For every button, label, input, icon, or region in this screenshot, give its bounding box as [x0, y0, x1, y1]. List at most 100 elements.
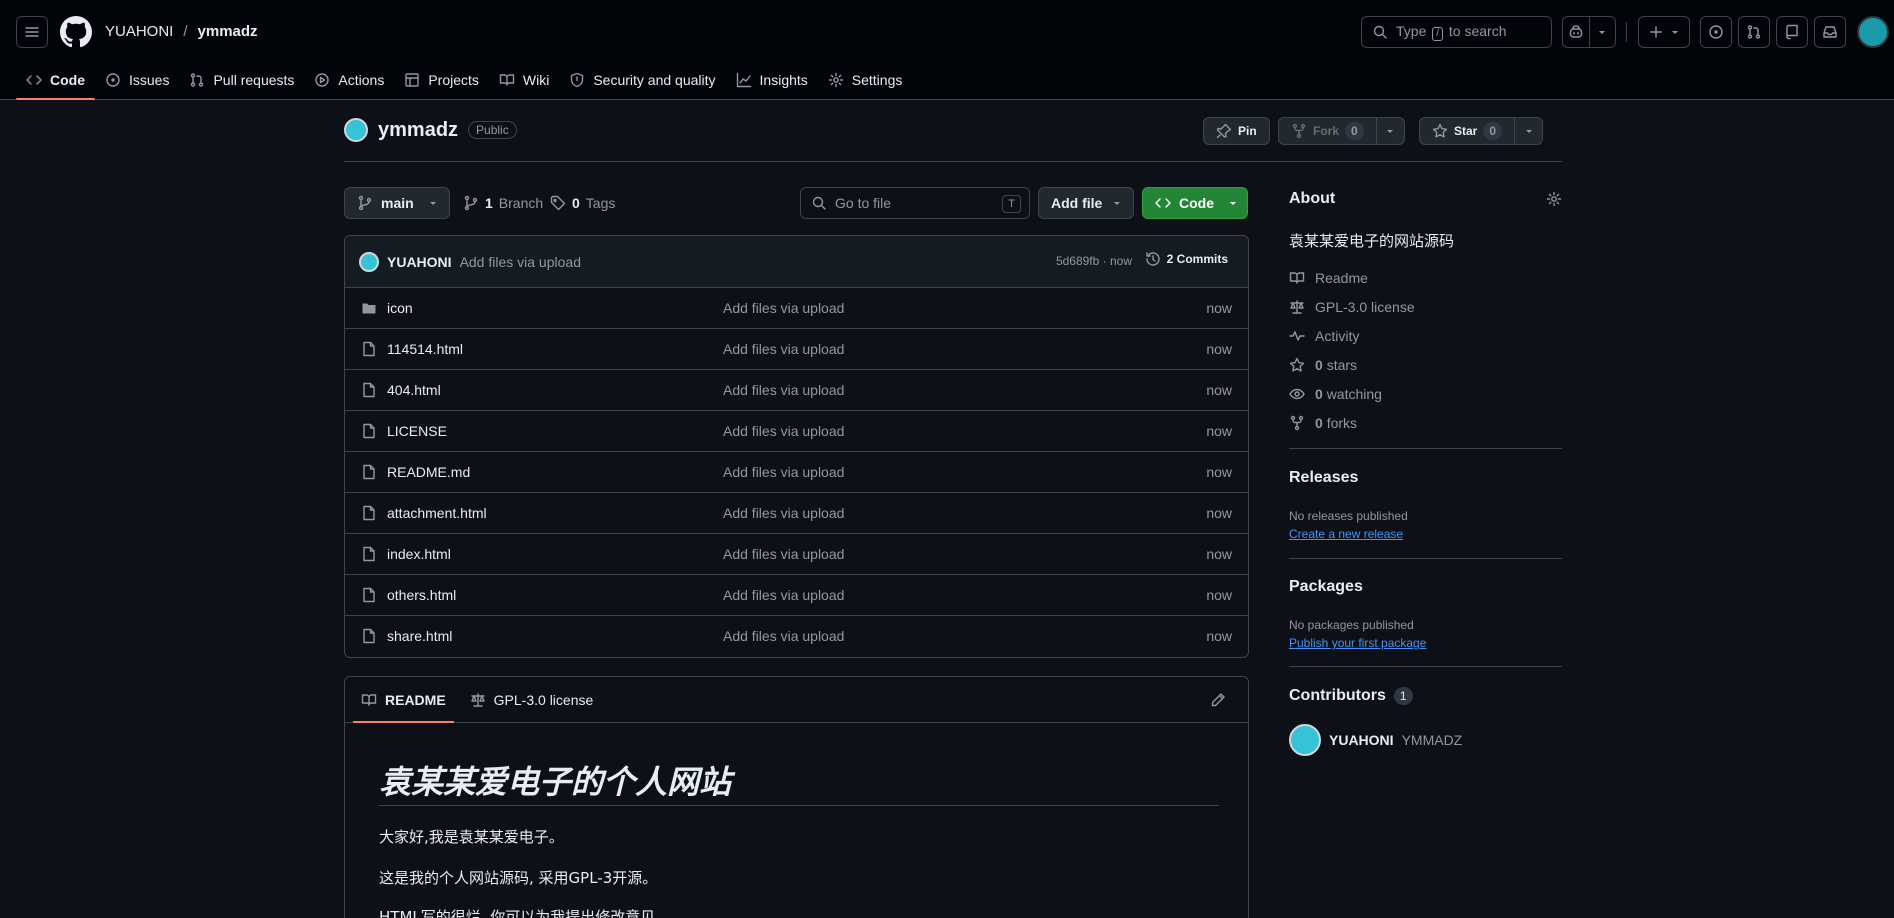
- table-row[interactable]: index.html Add files via upload now: [345, 534, 1248, 575]
- packages-empty: No packages published: [1289, 618, 1414, 632]
- file-name[interactable]: README.md: [387, 464, 470, 480]
- watchers-link[interactable]: 0 watching: [1289, 386, 1382, 402]
- copilot-button[interactable]: [1563, 17, 1590, 47]
- create-release-link[interactable]: Create a new release: [1289, 527, 1403, 541]
- issues-button[interactable]: [1700, 16, 1732, 48]
- tab-settings[interactable]: Settings: [818, 60, 913, 100]
- tab-projects[interactable]: Projects: [394, 60, 489, 100]
- tab-code[interactable]: Code: [16, 60, 95, 100]
- commit-author[interactable]: YUAHONI: [387, 254, 452, 270]
- breadcrumb-repo[interactable]: ymmadz: [198, 23, 258, 40]
- file-commit-message[interactable]: Add files via upload: [723, 341, 844, 357]
- releases-title[interactable]: Releases: [1289, 469, 1358, 487]
- file-commit-message[interactable]: Add files via upload: [723, 628, 844, 644]
- readme-link[interactable]: Readme: [1289, 270, 1368, 286]
- repo-avatar[interactable]: [344, 118, 368, 142]
- inbox-icon: [1823, 26, 1837, 38]
- table-row[interactable]: 114514.html Add files via upload now: [345, 329, 1248, 370]
- book-icon: [361, 693, 377, 706]
- file-commit-message[interactable]: Add files via upload: [723, 587, 844, 603]
- file-name[interactable]: icon: [387, 300, 413, 316]
- go-to-file-input[interactable]: Go to file T: [800, 187, 1030, 219]
- contributor-item[interactable]: YUAHONI YMMADZ: [1289, 724, 1462, 756]
- code-button[interactable]: Code: [1142, 187, 1248, 219]
- branch-selector[interactable]: main: [344, 187, 450, 219]
- license-link[interactable]: GPL-3.0 license: [1289, 299, 1415, 315]
- file-commit-message[interactable]: Add files via upload: [723, 382, 844, 398]
- tab-license[interactable]: GPL-3.0 license: [462, 677, 602, 722]
- breadcrumb-owner[interactable]: YUAHONI: [105, 23, 173, 40]
- star-button[interactable]: Star 0: [1420, 118, 1514, 144]
- table-row[interactable]: others.html Add files via upload now: [345, 575, 1248, 616]
- tags-link[interactable]: 0 Tags: [550, 195, 615, 211]
- file-name[interactable]: attachment.html: [387, 505, 487, 521]
- tab-pull-requests[interactable]: Pull requests: [179, 60, 304, 100]
- github-logo-icon[interactable]: [60, 16, 92, 48]
- pin-button[interactable]: Pin: [1203, 117, 1270, 145]
- fork-icon: [1290, 415, 1304, 431]
- tab-security[interactable]: Security and quality: [559, 60, 725, 100]
- file-name[interactable]: share.html: [387, 628, 452, 644]
- table-row[interactable]: LICENSE Add files via upload now: [345, 411, 1248, 452]
- search-input[interactable]: Type / to search: [1361, 16, 1552, 48]
- branches-link[interactable]: 1 Branch: [463, 195, 543, 211]
- add-file-label: Add file: [1051, 195, 1103, 211]
- commit-hash-time[interactable]: 5d689fb · now: [1056, 254, 1132, 268]
- link-label: Activity: [1315, 328, 1360, 344]
- avatar[interactable]: [359, 251, 379, 272]
- commits-label: 2 Commits: [1166, 252, 1228, 266]
- table-row[interactable]: share.html Add files via upload now: [345, 616, 1248, 657]
- commit-message[interactable]: Add files via upload: [460, 254, 581, 270]
- contributors-title[interactable]: Contributors 1: [1289, 687, 1413, 705]
- table-row[interactable]: attachment.html Add files via upload now: [345, 493, 1248, 534]
- file-browser: YUAHONI Add files via upload 5d689fb · n…: [344, 235, 1249, 658]
- file-name[interactable]: others.html: [387, 587, 456, 603]
- readme-heading: 袁某某爱电子的个人网站: [379, 763, 732, 801]
- pencil-icon[interactable]: [1210, 692, 1226, 708]
- activity-link[interactable]: Activity: [1289, 328, 1359, 344]
- contributor-name[interactable]: YUAHONI: [1329, 732, 1394, 748]
- tab-actions[interactable]: Actions: [304, 60, 394, 100]
- file-commit-message[interactable]: Add files via upload: [723, 300, 844, 316]
- file-name[interactable]: 114514.html: [387, 341, 463, 357]
- gear-icon[interactable]: [1546, 191, 1562, 207]
- user-avatar[interactable]: [1857, 16, 1889, 48]
- tab-issues[interactable]: Issues: [95, 60, 179, 100]
- repo-icon: [1786, 24, 1798, 40]
- tab-wiki[interactable]: Wiki: [489, 60, 559, 100]
- publish-package-link[interactable]: Publish your first package: [1289, 636, 1426, 650]
- repo-name[interactable]: ymmadz: [378, 119, 458, 142]
- table-row[interactable]: 404.html Add files via upload now: [345, 370, 1248, 411]
- forks-link[interactable]: 0 forks: [1289, 415, 1357, 431]
- fork-count: 0: [1345, 122, 1364, 140]
- file-commit-message[interactable]: Add files via upload: [723, 464, 844, 480]
- stars-link[interactable]: 0 stars: [1289, 357, 1357, 373]
- create-new-button[interactable]: [1638, 16, 1690, 48]
- copilot-dropdown[interactable]: [1590, 17, 1616, 47]
- table-row[interactable]: README.md Add files via upload now: [345, 452, 1248, 493]
- file-commit-message[interactable]: Add files via upload: [723, 423, 844, 439]
- avatar[interactable]: [1289, 724, 1321, 756]
- packages-title[interactable]: Packages: [1289, 578, 1363, 596]
- file-commit-message[interactable]: Add files via upload: [723, 546, 844, 562]
- shortcut-key: T: [1002, 195, 1021, 213]
- file-time: now: [1206, 546, 1232, 562]
- table-row[interactable]: icon Add files via upload now: [345, 288, 1248, 329]
- file-time: now: [1206, 505, 1232, 521]
- commits-link[interactable]: 2 Commits: [1145, 251, 1228, 267]
- add-file-button[interactable]: Add file: [1038, 187, 1134, 219]
- file-name[interactable]: index.html: [387, 546, 451, 562]
- file-name[interactable]: 404.html: [387, 382, 441, 398]
- tab-insights[interactable]: Insights: [726, 60, 818, 100]
- code-label: Code: [1179, 195, 1214, 211]
- fork-button[interactable]: Fork 0: [1279, 118, 1376, 144]
- menu-button[interactable]: [16, 16, 48, 48]
- fork-dropdown[interactable]: [1375, 118, 1404, 144]
- pull-requests-button[interactable]: [1738, 16, 1770, 48]
- star-dropdown[interactable]: [1514, 118, 1542, 144]
- inbox-button[interactable]: [1814, 16, 1846, 48]
- tab-readme[interactable]: README: [353, 677, 454, 723]
- file-name[interactable]: LICENSE: [387, 423, 447, 439]
- file-commit-message[interactable]: Add files via upload: [723, 505, 844, 521]
- repositories-button[interactable]: [1776, 16, 1808, 48]
